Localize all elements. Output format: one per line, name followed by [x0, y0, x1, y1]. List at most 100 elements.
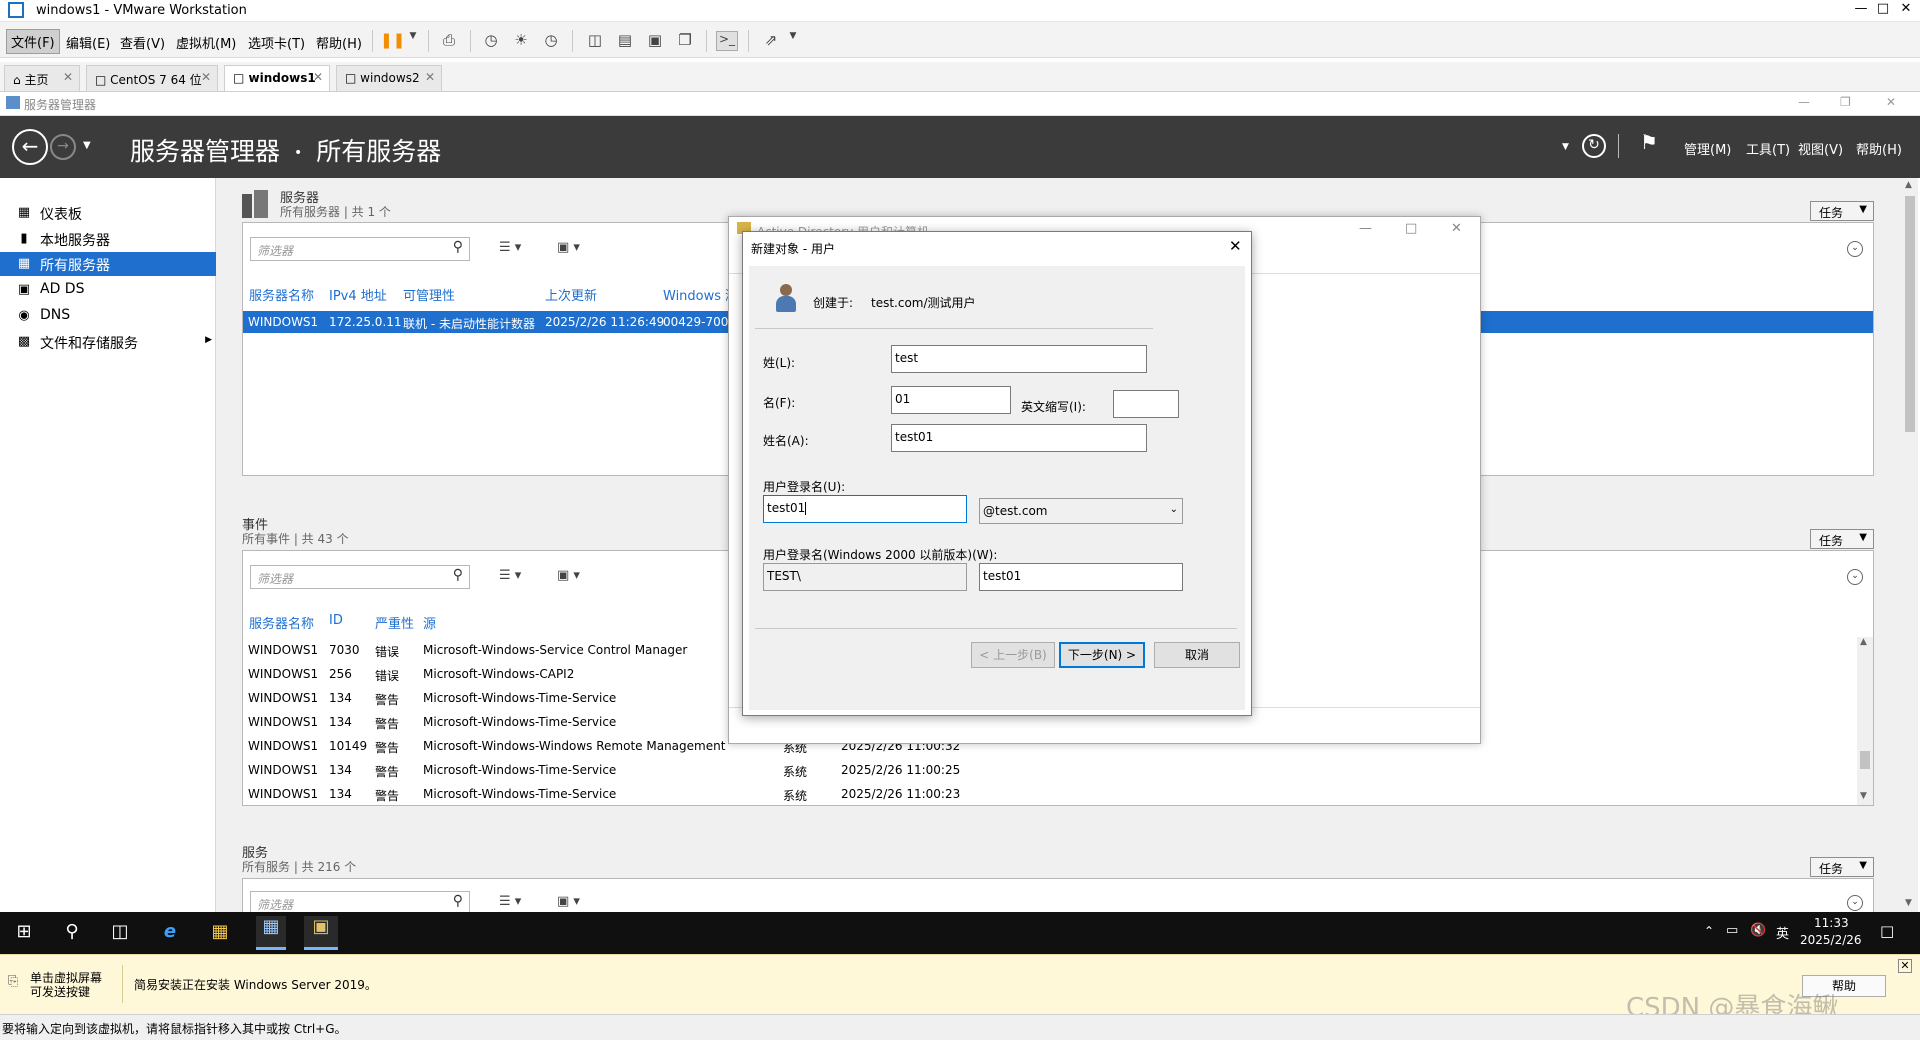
- save-query-icon[interactable]: ▣ ▾: [557, 894, 580, 909]
- save-query-icon[interactable]: ▣ ▾: [557, 568, 580, 583]
- logon-name-field[interactable]: test01: [763, 495, 967, 523]
- server-manager-taskbar-icon[interactable]: ▦: [256, 916, 286, 950]
- forward-icon[interactable]: →: [50, 134, 76, 160]
- tab-windows1[interactable]: □ windows1 ✕: [224, 65, 330, 91]
- send-ctrl-alt-del-icon[interactable]: ⎙: [438, 31, 460, 51]
- first-name-field[interactable]: 01: [891, 386, 1011, 414]
- restore-icon[interactable]: ❐: [1840, 95, 1851, 109]
- start-windows-icon[interactable]: ⊞: [12, 921, 36, 945]
- sidebar-item-local-server[interactable]: ▮ 本地服务器: [0, 227, 216, 251]
- close-icon[interactable]: ✕: [1886, 95, 1896, 109]
- menu-view[interactable]: 查看(V): [116, 31, 169, 54]
- minimize-icon[interactable]: —: [1359, 221, 1372, 236]
- last-name-field[interactable]: test: [891, 345, 1147, 373]
- collapse-chevron-icon[interactable]: ⌄: [1847, 569, 1863, 585]
- list-options-icon[interactable]: ☰ ▾: [499, 240, 521, 255]
- refresh-dropdown-icon[interactable]: ▼: [1562, 142, 1569, 152]
- network-icon[interactable]: ▭: [1726, 923, 1738, 938]
- scroll-up-icon[interactable]: ▲: [1905, 180, 1912, 190]
- close-tab-icon[interactable]: ✕: [63, 70, 73, 84]
- search-icon[interactable]: ⚲: [453, 893, 463, 909]
- collapse-chevron-icon[interactable]: ⌄: [1847, 895, 1863, 911]
- stretch-icon[interactable]: ⇗: [760, 31, 782, 51]
- pause-dropdown-icon[interactable]: ▼: [402, 31, 424, 51]
- snapshot-icon[interactable]: ◷: [480, 31, 502, 51]
- servers-filter-input[interactable]: 筛选器 ⚲: [250, 237, 470, 261]
- menu-vm[interactable]: 虚拟机(M): [172, 31, 240, 54]
- services-tasks-button[interactable]: 任务 ▼: [1810, 857, 1874, 877]
- save-query-icon[interactable]: ▣ ▾: [557, 240, 580, 255]
- cancel-button[interactable]: 取消: [1154, 642, 1240, 668]
- menu-edit[interactable]: 编辑(E): [62, 31, 114, 54]
- fullscreen-icon[interactable]: ▣: [644, 31, 666, 51]
- revert-snapshot-icon[interactable]: ☀: [510, 31, 532, 51]
- table-row[interactable]: WINDOWS1 134 警告 Microsoft-Windows-Time-S…: [243, 783, 1843, 805]
- expand-arrow-icon[interactable]: ▶: [205, 335, 212, 345]
- events-filter-input[interactable]: 筛选器 ⚲: [250, 565, 470, 589]
- close-icon[interactable]: ✕: [1229, 237, 1242, 255]
- column-header-last-update[interactable]: 上次更新: [545, 285, 597, 304]
- table-row[interactable]: WINDOWS1 134 警告 Microsoft-Windows-Time-S…: [243, 759, 1843, 781]
- tab-windows2[interactable]: □ windows2 ✕: [336, 65, 442, 91]
- column-header-severity[interactable]: 严重性: [375, 613, 414, 632]
- close-icon[interactable]: ✕: [1451, 221, 1462, 236]
- menu-manage[interactable]: 管理(M): [1684, 139, 1731, 158]
- internet-explorer-icon[interactable]: e: [158, 921, 182, 945]
- sidebar-item-dns[interactable]: ◉ DNS: [0, 304, 216, 328]
- events-scrollbar[interactable]: ▲ ▼: [1857, 637, 1873, 805]
- tab-home[interactable]: ⌂ 主页 ✕: [4, 65, 80, 91]
- column-header-server-name[interactable]: 服务器名称: [249, 613, 314, 632]
- close-tab-icon[interactable]: ✕: [201, 70, 211, 84]
- snapshot-manager-icon[interactable]: ◷: [540, 31, 562, 51]
- sidebar-item-file-storage[interactable]: ▩ 文件和存储服务 ▶: [0, 330, 216, 354]
- tab-centos[interactable]: □ CentOS 7 64 位 ✕: [86, 65, 218, 91]
- scroll-up-icon[interactable]: ▲: [1860, 637, 1867, 647]
- pause-icon[interactable]: ❚❚: [380, 31, 405, 51]
- menu-tools[interactable]: 工具(T): [1746, 139, 1790, 158]
- breadcrumb-root[interactable]: 服务器管理器: [130, 137, 280, 166]
- ad-users-taskbar-icon[interactable]: ▣: [304, 916, 338, 950]
- close-tab-icon[interactable]: ✕: [425, 70, 435, 84]
- column-header-id[interactable]: ID: [329, 613, 343, 628]
- thumbnail-view-icon[interactable]: ▤: [614, 31, 636, 51]
- column-header-ipv4[interactable]: IPv4 地址: [329, 285, 387, 304]
- scrollbar-thumb[interactable]: [1860, 751, 1870, 769]
- menu-file[interactable]: 文件(F): [6, 29, 60, 54]
- sidebar-item-ad-ds[interactable]: ▣ AD DS: [0, 278, 216, 302]
- refresh-icon[interactable]: ↻: [1582, 134, 1606, 158]
- sidebar-view-icon[interactable]: ◫: [584, 31, 606, 51]
- column-header-manageability[interactable]: 可管理性: [403, 285, 455, 304]
- task-view-icon[interactable]: ◫: [108, 921, 132, 945]
- notification-flag-icon[interactable]: ⚑: [1640, 130, 1658, 154]
- minimize-icon[interactable]: —: [1798, 95, 1810, 109]
- file-explorer-icon[interactable]: ▦: [208, 921, 232, 945]
- volume-muted-icon[interactable]: 🔇: [1750, 923, 1766, 938]
- close-icon[interactable]: ✕: [1893, 1, 1919, 16]
- search-icon[interactable]: ⚲: [453, 567, 463, 583]
- clock-time[interactable]: 11:33: [1814, 916, 1849, 930]
- close-tab-icon[interactable]: ✕: [313, 70, 323, 84]
- unity-icon[interactable]: ❐: [674, 31, 696, 51]
- domain-select[interactable]: @test.com ⌄: [979, 498, 1183, 524]
- console-view-icon[interactable]: >_: [716, 31, 738, 51]
- clock-date[interactable]: 2025/2/26: [1800, 933, 1862, 947]
- main-scrollbar[interactable]: ▲ ▼: [1902, 178, 1918, 912]
- pre2000-logon-field[interactable]: test01: [979, 563, 1183, 591]
- collapse-chevron-icon[interactable]: ⌄: [1847, 241, 1863, 257]
- list-options-icon[interactable]: ☰ ▾: [499, 568, 521, 583]
- column-header-windows-activation[interactable]: Windows 激: [663, 285, 738, 304]
- menu-view[interactable]: 视图(V): [1798, 139, 1843, 158]
- stretch-dropdown-icon[interactable]: ▼: [782, 31, 804, 51]
- servers-tasks-button[interactable]: 任务 ▼: [1810, 201, 1874, 221]
- column-header-server-name[interactable]: 服务器名称: [249, 285, 314, 304]
- notification-center-icon[interactable]: □: [1880, 922, 1894, 940]
- scroll-down-icon[interactable]: ▼: [1860, 791, 1867, 801]
- search-icon[interactable]: ⚲: [453, 239, 463, 255]
- scroll-down-icon[interactable]: ▼: [1905, 898, 1912, 908]
- history-dropdown-icon[interactable]: ▼: [83, 140, 91, 151]
- search-icon[interactable]: ⚲: [60, 921, 84, 945]
- sidebar-item-dashboard[interactable]: ▦ 仪表板: [0, 201, 216, 225]
- list-options-icon[interactable]: ☰ ▾: [499, 894, 521, 909]
- back-button[interactable]: < 上一步(B): [971, 642, 1055, 668]
- menu-tabs[interactable]: 选项卡(T): [244, 31, 309, 54]
